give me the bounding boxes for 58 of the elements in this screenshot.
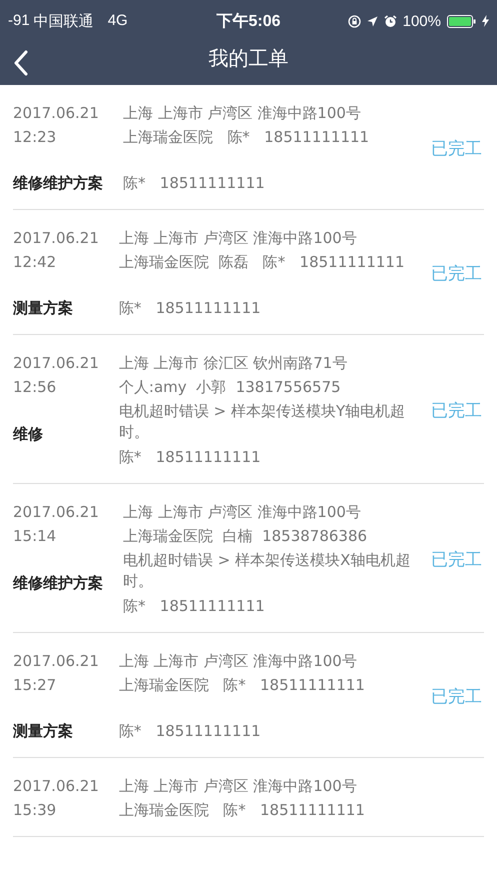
order-time: 12:56: [13, 377, 58, 398]
order-date: 2017.06.21: [13, 228, 99, 249]
alarm-clock-icon: [384, 14, 397, 28]
order-address: 上海 上海市 卢湾区 淮海中路100号: [123, 103, 362, 124]
contact-info: 上海瑞金医院 白楠 18538786386: [123, 526, 368, 547]
order-status: 已完工: [431, 400, 482, 422]
order-address: 上海 上海市 卢湾区 淮海中路100号: [118, 228, 358, 249]
carrier-name: 中国联通: [34, 12, 94, 30]
order-status: 已完工: [431, 262, 482, 284]
battery-percent: 100%: [402, 12, 441, 30]
work-order-item[interactable]: 2017.06.21 12:23 维修维护方案 上海 上海市 卢湾区 淮海中路100号 上海瑞金医院 陈* 18511111111 陈* 18511111111 已完工: [13, 85, 484, 210]
contact-info: 上海瑞金医院 陈* 18511111111: [118, 675, 366, 696]
order-status: 已完工: [431, 548, 482, 570]
order-time: 15:14: [13, 526, 58, 547]
order-type: 维修维护方案: [13, 173, 103, 194]
order-status: 已完工: [431, 686, 482, 708]
rotation-lock-icon: [348, 14, 361, 28]
order-address: 上海 上海市 卢湾区 淮海中路100号: [123, 502, 362, 523]
contact-info: 上海瑞金医院 陈* 18511111111: [118, 800, 366, 821]
order-type: 维修维护方案: [13, 573, 103, 594]
order-date: 2017.06.21: [13, 502, 100, 523]
clock-time: 下午5:06: [216, 12, 281, 32]
fault-description: 电机超时错误 > 样本架传送模块X轴电机超时。: [123, 550, 411, 592]
order-address: 上海 上海市 徐汇区 钦州南路71号: [118, 353, 348, 374]
work-order-item[interactable]: 2017.06.21 15:14 维修维护方案 上海 上海市 卢湾区 淮海中路100号 上海瑞金医院 白楠 18538786386 电机超时错误 > 样本架传送模块X轴电机超时。 陈* 18511111111 已完工: [13, 484, 484, 633]
work-order-item[interactable]: 2017.06.21 12:42 测量方案 上海 上海市 卢湾区 淮海中路100号 上海瑞金医院 陈磊 陈* 18511111111 陈* 18511111111 已完工: [13, 210, 484, 335]
order-date: 2017.06.21: [13, 103, 100, 124]
page-title: 我的工单: [208, 45, 288, 72]
order-type: 测量方案: [13, 721, 73, 742]
order-address: 上海 上海市 卢湾区 淮海中路100号: [118, 651, 358, 672]
network-type: 4G: [108, 12, 128, 30]
order-time: 15:27: [13, 675, 58, 696]
assignee-info: 陈* 18511111111: [118, 721, 262, 742]
work-order-item[interactable]: 2017.06.21 12:56 维修 上海 上海市 徐汇区 钦州南路71号 个人:amy 小郭 13817556575 电机超时错误 > 样本架传送模块Y轴电机超时。 陈* 18511111111 已完工: [13, 335, 484, 484]
fault-description: 电机超时错误 > 样本架传送模块Y轴电机超时。: [118, 401, 406, 443]
work-order-item[interactable]: 2017.06.21 15:39 上海 上海市 卢湾区 淮海中路100号 上海瑞金医院 陈* 18511111111: [13, 758, 484, 837]
order-status: 已完工: [431, 138, 482, 160]
order-type: 测量方案: [13, 298, 73, 319]
assignee-info: 陈* 18511111111: [118, 298, 262, 319]
assignee-info: 陈* 18511111111: [123, 173, 266, 194]
assignee-info: 陈* 18511111111: [123, 596, 266, 617]
contact-info: 上海瑞金医院 陈* 18511111111: [123, 127, 370, 148]
order-address: 上海 上海市 卢湾区 淮海中路100号: [118, 776, 358, 797]
charging-bolt-icon: [482, 15, 489, 27]
assignee-info: 陈* 18511111111: [118, 447, 262, 468]
order-date: 2017.06.21: [13, 651, 99, 672]
order-time: 12:23: [13, 127, 58, 148]
location-arrow-icon: [366, 16, 378, 26]
contact-info: 上海瑞金医院 陈磊 陈* 18511111111: [118, 252, 406, 273]
order-date: 2017.06.21: [13, 353, 99, 374]
battery-icon: [447, 14, 476, 28]
order-time: 15:39: [13, 800, 58, 821]
order-time: 12:42: [13, 252, 58, 273]
order-date: 2017.06.21: [13, 776, 99, 797]
contact-info: 个人:amy 小郭 13817556575: [118, 377, 342, 398]
order-type: 维修: [13, 424, 43, 445]
signal-strength: -91: [8, 12, 30, 30]
work-order-item[interactable]: 2017.06.21 15:27 测量方案 上海 上海市 卢湾区 淮海中路100号 上海瑞金医院 陈* 18511111111 陈* 18511111111 已完工: [13, 633, 484, 758]
